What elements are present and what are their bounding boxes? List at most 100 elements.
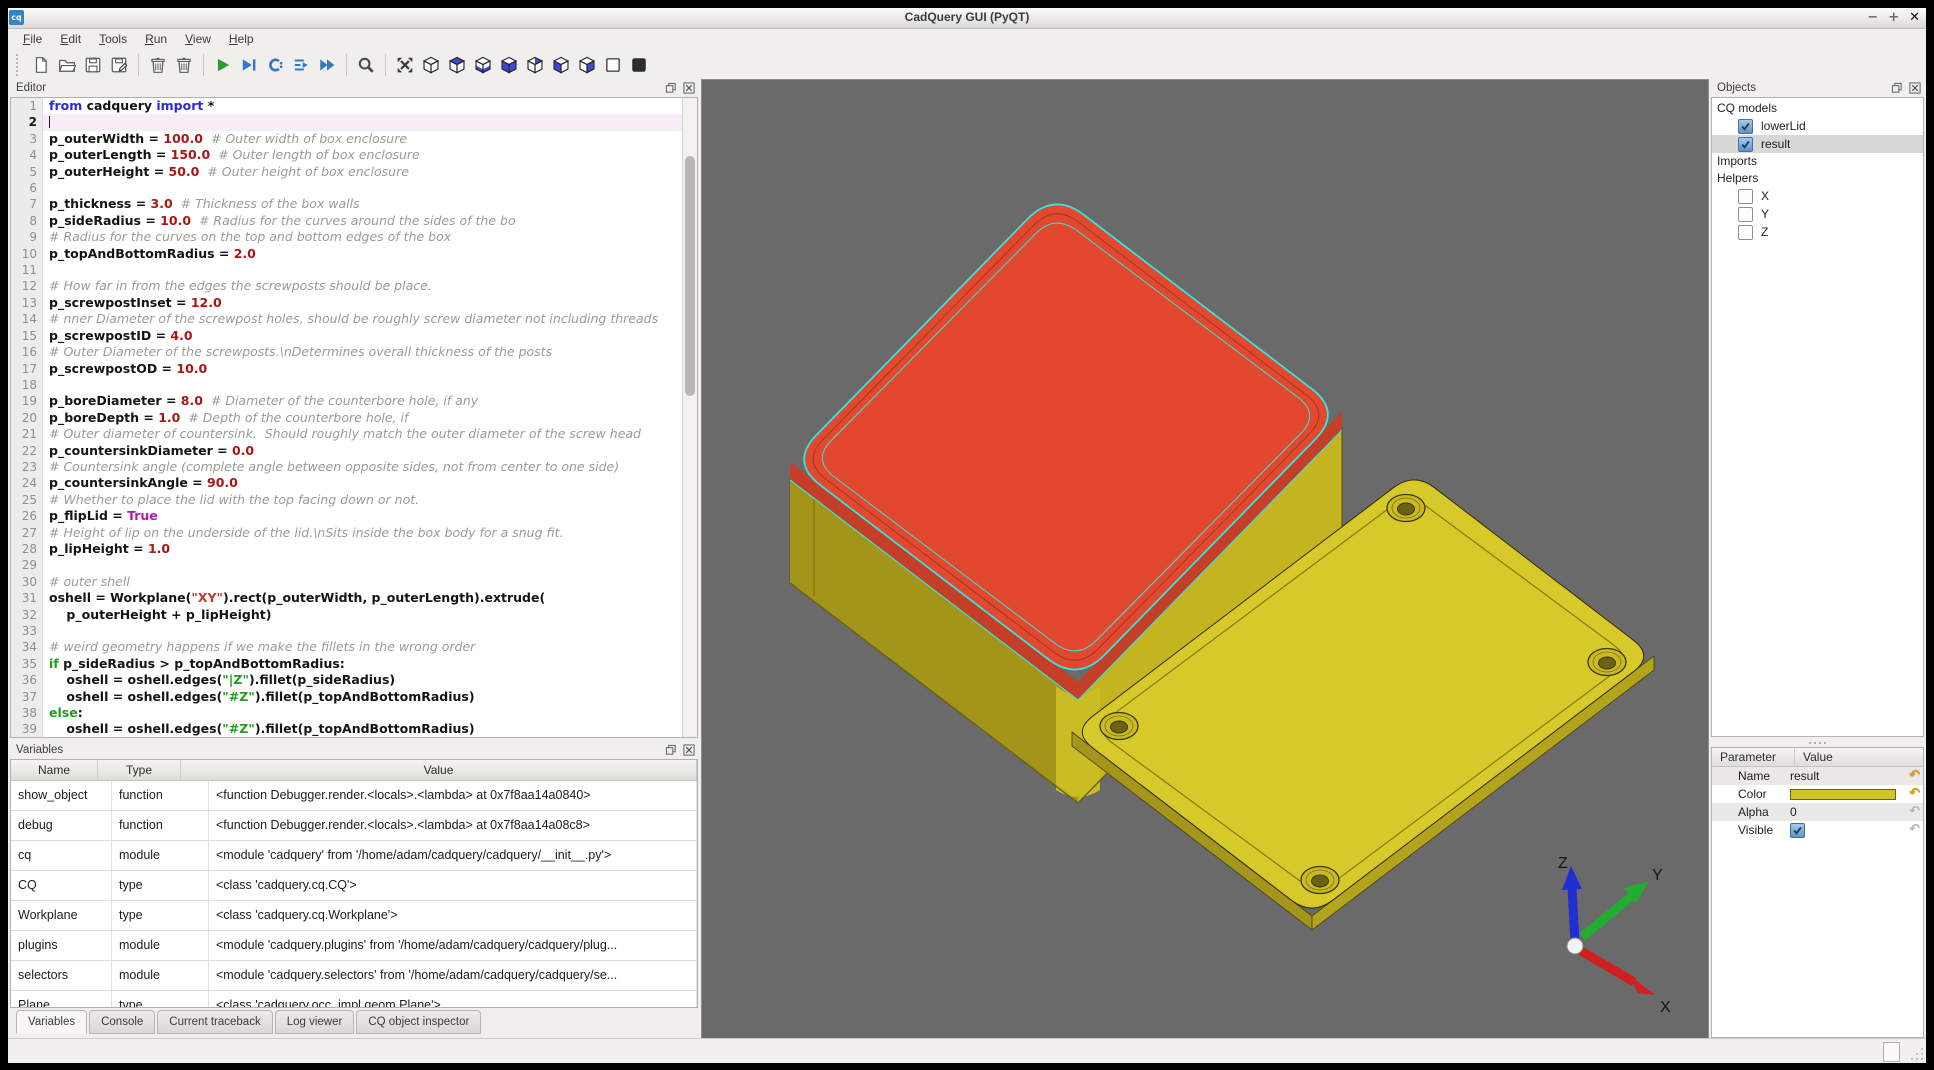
objects-group-imports[interactable]: Imports (1712, 153, 1923, 170)
editor-float-button[interactable] (664, 81, 678, 95)
variables-float-button[interactable] (664, 743, 678, 757)
objects-item-x[interactable]: X (1712, 187, 1923, 205)
continue-button[interactable] (314, 52, 340, 78)
checkbox-result[interactable] (1738, 137, 1753, 152)
code-line-32[interactable]: 32 p_outerHeight + p_lipHeight) (11, 607, 683, 623)
parameter-row-alpha[interactable]: Alpha0↶ (1712, 803, 1923, 821)
parameter-value[interactable]: 0 (1784, 805, 1923, 819)
code-line-15[interactable]: 15p_screwpostID = 4.0 (11, 328, 683, 344)
objects-item-result[interactable]: result (1712, 135, 1923, 153)
editor-close-button[interactable] (682, 81, 696, 95)
undo-icon[interactable]: ↶ (1909, 786, 1920, 802)
step-over-button[interactable] (262, 52, 288, 78)
code-line-4[interactable]: 4p_outerLength = 150.0 # Outer length of… (11, 147, 683, 163)
table-row[interactable]: pluginsmodule<module 'cadquery.plugins' … (11, 931, 697, 961)
code-line-21[interactable]: 21# Outer diameter of countersink. Shoul… (11, 426, 683, 442)
objects-item-y[interactable]: Y (1712, 205, 1923, 223)
parameter-row-visible[interactable]: Visible↶ (1712, 821, 1923, 839)
parameter-row-name[interactable]: Nameresult↶ (1712, 767, 1923, 785)
objects-group-cq-models[interactable]: CQ models (1712, 100, 1923, 117)
code-line-8[interactable]: 8p_sideRadius = 10.0 # Radius for the cu… (11, 213, 683, 229)
menu-item-run[interactable]: Run (136, 30, 176, 48)
minimize-button[interactable]: − (1867, 10, 1878, 26)
new-file-button[interactable] (28, 52, 54, 78)
objects-item-z[interactable]: Z (1712, 223, 1923, 241)
code-line-12[interactable]: 12# How far in from the edges the screwp… (11, 278, 683, 294)
save-as-button[interactable] (106, 52, 132, 78)
editor-scrollbar[interactable] (682, 98, 697, 737)
code-line-29[interactable]: 29 (11, 557, 683, 573)
code-line-28[interactable]: 28p_lipHeight = 1.0 (11, 541, 683, 557)
tab-console[interactable]: Console (89, 1010, 155, 1034)
parameter-value[interactable] (1784, 823, 1923, 838)
table-row[interactable]: debugfunction<function Debugger.render.<… (11, 811, 697, 841)
menu-item-tools[interactable]: Tools (90, 30, 136, 48)
column-header-type[interactable]: Type (98, 760, 181, 780)
code-line-5[interactable]: 5p_outerHeight = 50.0 # Outer height of … (11, 164, 683, 180)
code-line-18[interactable]: 18 (11, 377, 683, 393)
view-left-button[interactable] (548, 52, 574, 78)
shaded-button[interactable] (626, 52, 652, 78)
view-bottom-button[interactable] (470, 52, 496, 78)
clear-trash-button[interactable] (145, 52, 171, 78)
code-line-11[interactable]: 11 (11, 262, 683, 278)
code-line-22[interactable]: 22p_countersinkDiameter = 0.0 (11, 443, 683, 459)
objects-float-button[interactable] (1890, 81, 1904, 95)
table-row[interactable]: cqmodule<module 'cadquery' from '/home/a… (11, 841, 697, 871)
step-into-button[interactable] (288, 52, 314, 78)
code-line-13[interactable]: 13p_screwpostInset = 12.0 (11, 295, 683, 311)
column-header-name[interactable]: Name (11, 760, 98, 780)
parameter-value[interactable]: result (1784, 769, 1923, 783)
render-button[interactable] (210, 52, 236, 78)
table-row[interactable]: Planetype<class 'cadquery.occ_impl.geom.… (11, 991, 697, 1007)
code-line-7[interactable]: 7p_thickness = 3.0 # Thickness of the bo… (11, 196, 683, 212)
delete-trash-button[interactable] (171, 52, 197, 78)
visible-checkbox[interactable] (1790, 823, 1805, 838)
table-row[interactable]: Workplanetype<class 'cadquery.cq.Workpla… (11, 901, 697, 931)
code-line-6[interactable]: 6 (11, 180, 683, 196)
view-front-button[interactable] (496, 52, 522, 78)
tab-current-traceback[interactable]: Current traceback (157, 1010, 272, 1034)
fit-view-button[interactable] (392, 52, 418, 78)
table-row[interactable]: show_objectfunction<function Debugger.re… (11, 781, 697, 811)
view-right-button[interactable] (574, 52, 600, 78)
code-line-36[interactable]: 36 oshell = oshell.edges("|Z").fillet(p_… (11, 672, 683, 688)
code-line-26[interactable]: 26p_flipLid = True (11, 508, 683, 524)
menu-item-help[interactable]: Help (220, 30, 263, 48)
right-splitter-handle[interactable] (1711, 739, 1924, 746)
code-line-23[interactable]: 23# Countersink angle (complete angle be… (11, 459, 683, 475)
wireframe-button[interactable] (600, 52, 626, 78)
editor-scrollbar-thumb[interactable] (685, 156, 695, 396)
viewport-3d[interactable]: Z Y X (702, 80, 1708, 1038)
code-line-1[interactable]: 1from cadquery import * (11, 98, 683, 114)
checkbox-x[interactable] (1738, 189, 1753, 204)
checkbox-z[interactable] (1738, 225, 1753, 240)
close-button[interactable]: ✕ (1909, 10, 1920, 26)
zoom-button[interactable] (353, 52, 379, 78)
code-line-34[interactable]: 34# weird geometry happens if we make th… (11, 639, 683, 655)
tab-log-viewer[interactable]: Log viewer (275, 1010, 355, 1034)
code-line-14[interactable]: 14# nner Diameter of the screwpost holes… (11, 311, 683, 327)
menu-item-view[interactable]: View (176, 30, 220, 48)
code-line-31[interactable]: 31oshell = Workplane("XY").rect(p_outerW… (11, 590, 683, 606)
view-iso-button[interactable] (418, 52, 444, 78)
column-header-value[interactable]: Value (181, 760, 697, 780)
code-line-37[interactable]: 37 oshell = oshell.edges("#Z").fillet(p_… (11, 689, 683, 705)
code-line-27[interactable]: 27# Height of lip on the underside of th… (11, 525, 683, 541)
view-top-button[interactable] (444, 52, 470, 78)
code-line-24[interactable]: 24p_countersinkAngle = 90.0 (11, 475, 683, 491)
menu-item-file[interactable]: File (14, 30, 51, 48)
debug-step-button[interactable] (236, 52, 262, 78)
code-line-10[interactable]: 10p_topAndBottomRadius = 2.0 (11, 246, 683, 262)
color-swatch[interactable] (1790, 789, 1896, 800)
table-row[interactable]: selectorsmodule<module 'cadquery.selecto… (11, 961, 697, 991)
code-line-20[interactable]: 20p_boreDepth = 1.0 # Depth of the count… (11, 410, 683, 426)
code-line-38[interactable]: 38else: (11, 705, 683, 721)
code-line-39[interactable]: 39 oshell = oshell.edges("#Z").fillet(p_… (11, 721, 683, 737)
view-back-button[interactable] (522, 52, 548, 78)
code-line-16[interactable]: 16# Outer Diameter of the screwposts.\nD… (11, 344, 683, 360)
code-line-33[interactable]: 33 (11, 623, 683, 639)
tab-variables[interactable]: Variables (16, 1010, 87, 1034)
objects-close-button[interactable] (1908, 81, 1922, 95)
code-line-17[interactable]: 17p_screwpostOD = 10.0 (11, 361, 683, 377)
